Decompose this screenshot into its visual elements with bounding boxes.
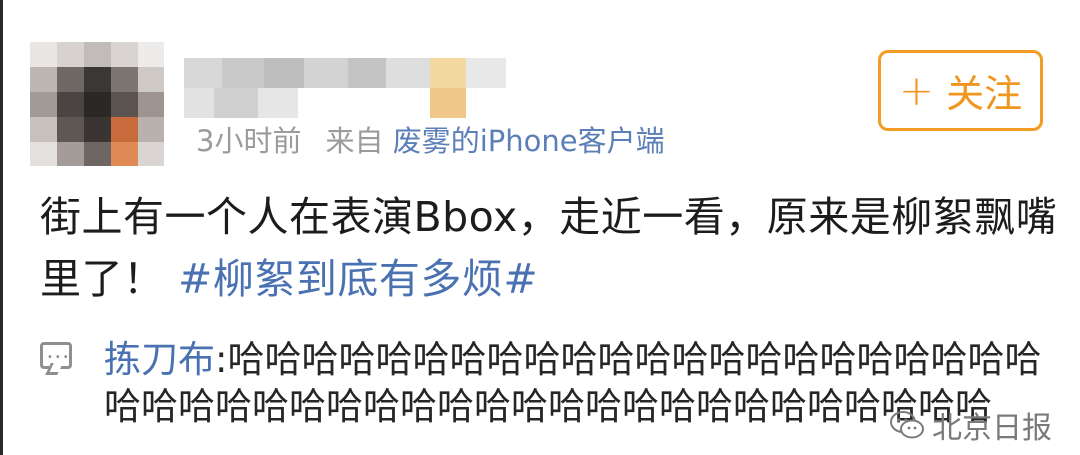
post-meta: 3小时前 来自 废雾的iPhone客户端	[196, 121, 665, 161]
comment-username[interactable]: 拣刀布	[104, 338, 215, 381]
username-blurred[interactable]	[184, 36, 544, 122]
comment-bubble-icon: •••	[40, 342, 72, 369]
plus-icon: +	[898, 65, 935, 115]
wechat-icon	[890, 411, 924, 439]
follow-button[interactable]: + 关注	[878, 50, 1043, 131]
watermark-text: 北京日报	[932, 411, 1052, 446]
comment-separator: :	[215, 338, 228, 381]
window-edge	[0, 0, 3, 455]
post-source-link[interactable]: 废雾的iPhone客户端	[393, 124, 665, 158]
avatar[interactable]	[30, 42, 164, 166]
source-prefix: 来自	[325, 124, 384, 158]
post-time: 3小时前	[196, 124, 302, 158]
post-content: 街上有一个人在表演Bbox，走近一看，原来是柳絮飘嘴里了！ #柳絮到底有多烦#	[40, 186, 1060, 310]
watermark: 北京日报	[888, 403, 1052, 447]
follow-label: 关注	[946, 72, 1023, 116]
hashtag-link[interactable]: #柳絮到底有多烦#	[178, 255, 538, 303]
